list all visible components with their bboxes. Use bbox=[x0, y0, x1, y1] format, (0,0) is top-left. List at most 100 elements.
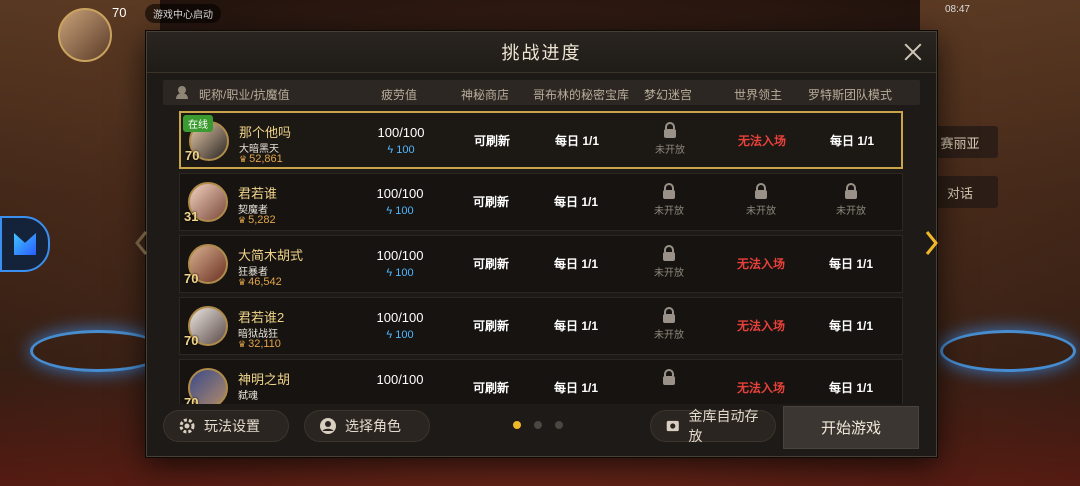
world-lord-status: 无法入场 bbox=[736, 257, 785, 271]
dialog-header: 挑战进度 bbox=[147, 32, 936, 73]
game-center-tag[interactable]: 游戏中心启动 bbox=[145, 4, 221, 23]
character-level: 70 bbox=[184, 271, 199, 286]
lightning-icon: ϟ bbox=[386, 267, 396, 279]
select-character-label: 选择角色 bbox=[345, 418, 401, 434]
page-dot[interactable] bbox=[534, 421, 542, 429]
dream-maze-status: 未开放 bbox=[639, 245, 699, 279]
anti-magic-value: ♛ 46,542 bbox=[238, 276, 282, 288]
lock-label: 未开放 bbox=[654, 206, 684, 217]
column-header-bar: 昵称/职业/抗魔值 疲劳值 神秘商店 哥布林的秘密宝库 梦幻迷宫 世界领主 罗特… bbox=[163, 80, 920, 105]
lock-icon bbox=[845, 183, 857, 199]
fatigue-energy: ϟ 100 bbox=[360, 205, 440, 217]
page-dot-active[interactable] bbox=[513, 421, 521, 429]
lock-icon bbox=[663, 369, 675, 385]
mystery-shop-status: 可刷新 bbox=[472, 195, 509, 209]
column-fatigue: 疲劳值 bbox=[381, 88, 418, 102]
goblin-vault-status: 每日 1/1 bbox=[554, 134, 600, 148]
crown-icon: ♛ bbox=[238, 339, 247, 349]
character-row[interactable]: 70 神明之胡 弑魂 100/100 可刷新 每日 1/1 无法入场 每日 1/… bbox=[179, 359, 903, 404]
challenge-progress-dialog: 挑战进度 昵称/职业/抗魔值 疲劳值 神秘商店 哥布林的秘密宝库 梦幻迷宫 世界… bbox=[146, 31, 937, 457]
portal-right bbox=[940, 330, 1076, 372]
play-settings-button[interactable]: 玩法设置 bbox=[163, 410, 289, 442]
character-name: 君若谁 bbox=[238, 186, 278, 201]
chevron-right-icon[interactable] bbox=[924, 229, 940, 257]
vault-auto-store-button[interactable]: 金库自动存放 bbox=[650, 408, 776, 444]
world-lord-status: 无法入场 bbox=[737, 134, 786, 148]
energy-number: 100 bbox=[395, 267, 414, 279]
energy-number: 100 bbox=[396, 144, 415, 156]
dream-maze-status: 未开放 bbox=[640, 122, 700, 156]
character-name: 君若谁2 bbox=[238, 310, 285, 325]
character-level: 70 bbox=[184, 395, 199, 404]
floating-app-button[interactable] bbox=[0, 216, 50, 272]
lock-icon bbox=[663, 183, 675, 199]
crown-icon: ♛ bbox=[238, 215, 247, 225]
mystery-shop-status: 可刷新 bbox=[472, 257, 509, 271]
fatigue-value: 100/100 bbox=[376, 372, 424, 387]
fatigue-value: 100/100 bbox=[376, 186, 424, 201]
fatigue-value: 100/100 bbox=[376, 310, 424, 325]
mystery-shop-status: 可刷新 bbox=[472, 319, 509, 333]
mystery-shop-status: 可刷新 bbox=[473, 134, 510, 148]
select-character-button[interactable]: 选择角色 bbox=[304, 410, 430, 442]
dream-maze-status bbox=[639, 369, 699, 385]
anti-magic-number: 52,861 bbox=[249, 153, 283, 165]
player-level: 70 bbox=[112, 5, 127, 20]
column-world-lord: 世界领主 bbox=[734, 88, 783, 102]
goblin-vault-status: 每日 1/1 bbox=[553, 381, 599, 395]
fatigue-energy: ϟ 100 bbox=[360, 267, 440, 279]
goblin-vault-status: 每日 1/1 bbox=[553, 319, 599, 333]
goblin-vault-status: 每日 1/1 bbox=[553, 195, 599, 209]
dialog-title: 挑战进度 bbox=[501, 43, 582, 63]
lightning-icon: ϟ bbox=[386, 329, 396, 341]
column-mystery-shop: 神秘商店 bbox=[461, 88, 510, 102]
rotus-raid-status: 每日 1/1 bbox=[828, 319, 874, 333]
fatigue-energy: ϟ 100 bbox=[361, 144, 441, 156]
world-lord-status: 无法入场 bbox=[736, 381, 785, 395]
chevron-left-icon[interactable] bbox=[133, 229, 149, 257]
mystery-shop-status: 可刷新 bbox=[472, 381, 509, 395]
character-name: 那个他吗 bbox=[239, 125, 292, 140]
column-rotus-raid: 罗特斯团队模式 bbox=[808, 88, 893, 102]
dream-maze-status: 未开放 bbox=[639, 183, 699, 217]
character-row[interactable]: 31 君若谁 契魔者 ♛ 5,282 100/100 ϟ 100 可刷新 每日 1… bbox=[179, 173, 903, 231]
energy-number: 100 bbox=[395, 329, 414, 341]
player-avatar[interactable] bbox=[58, 8, 112, 62]
lock-label: 未开放 bbox=[836, 206, 866, 217]
character-header-icon bbox=[176, 86, 188, 99]
rotus-raid-status: 每日 1/1 bbox=[829, 134, 875, 148]
character-name: 大简木胡式 bbox=[238, 248, 304, 263]
character-row[interactable]: 70 君若谁2 暗狱战狂 ♛ 32,110 100/100 ϟ 100 可刷新 每… bbox=[179, 297, 903, 355]
lightning-icon: ϟ bbox=[386, 205, 396, 217]
lock-icon bbox=[755, 183, 767, 199]
world-lord-status: 无法入场 bbox=[736, 319, 785, 333]
fatigue-energy: ϟ 100 bbox=[360, 329, 440, 341]
vault-icon bbox=[666, 420, 679, 432]
vault-auto-store-label: 金库自动存放 bbox=[688, 408, 759, 444]
play-settings-label: 玩法设置 bbox=[204, 418, 260, 434]
crown-icon: ♛ bbox=[238, 277, 247, 287]
lock-icon bbox=[663, 307, 675, 323]
column-goblin-vault: 哥布林的秘密宝库 bbox=[533, 88, 630, 102]
character-icon bbox=[320, 418, 336, 434]
character-list: 在线 70 那个他吗 大暗黑天 ♛ 52,861 100/100 ϟ 100 可刷… bbox=[179, 111, 903, 404]
rotus-raid-status: 每日 1/1 bbox=[828, 381, 874, 395]
start-game-button[interactable]: 开始游戏 bbox=[783, 406, 919, 449]
close-icon[interactable] bbox=[902, 41, 924, 63]
status-time: 08:47 bbox=[944, 4, 970, 15]
character-row[interactable]: 70 大简木胡式 狂暴者 ♛ 46,542 100/100 ϟ 100 可刷新 每… bbox=[179, 235, 903, 293]
app-logo-icon bbox=[14, 233, 36, 255]
lock-icon bbox=[664, 122, 676, 138]
character-name: 神明之胡 bbox=[238, 372, 291, 387]
page-indicator bbox=[513, 421, 563, 429]
lock-label: 未开放 bbox=[654, 330, 684, 341]
crown-icon: ♛ bbox=[239, 154, 248, 164]
anti-magic-number: 32,110 bbox=[248, 338, 281, 350]
character-row[interactable]: 在线 70 那个他吗 大暗黑天 ♛ 52,861 100/100 ϟ 100 可刷… bbox=[179, 111, 903, 169]
anti-magic-value: ♛ 32,110 bbox=[238, 338, 281, 350]
character-level: 70 bbox=[185, 148, 200, 163]
page-dot[interactable] bbox=[555, 421, 563, 429]
anti-magic-value: ♛ 5,282 bbox=[238, 214, 276, 226]
anti-magic-number: 5,282 bbox=[248, 214, 276, 226]
rotus-raid-status: 每日 1/1 bbox=[828, 257, 874, 271]
